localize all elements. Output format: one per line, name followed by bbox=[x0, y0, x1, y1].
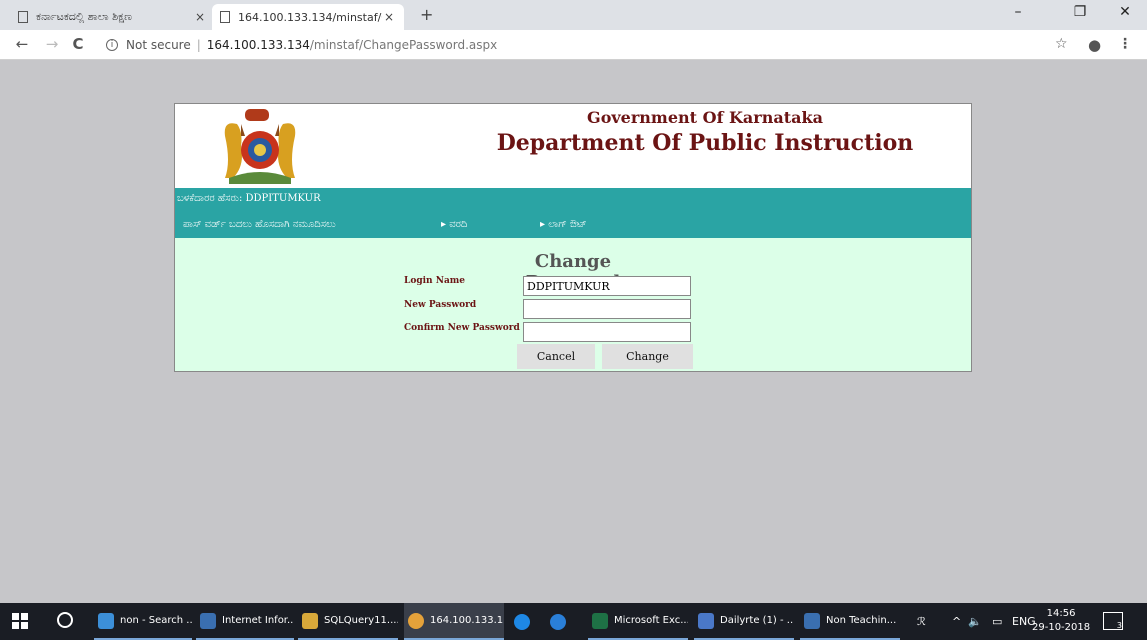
app-icon bbox=[98, 612, 114, 629]
menu-change-password[interactable]: ಪಾಸ್ ವರ್ಡ್ ಬದಲು ಹೊಸದಾಗಿ ನಮೂದಿಸಲು bbox=[183, 219, 336, 230]
taskbar-app-nonteaching[interactable]: Non Teachin... bbox=[800, 603, 900, 640]
taskbar-app-search[interactable]: non - Search ... bbox=[94, 603, 192, 640]
network-icon[interactable]: ▭ bbox=[992, 615, 1002, 628]
info-icon[interactable]: i bbox=[106, 39, 118, 51]
taskbar-app-label: Non Teachin... bbox=[826, 615, 897, 626]
app-icon bbox=[200, 612, 216, 629]
taskbar-app-label: Internet Infor... bbox=[222, 615, 294, 626]
url-path: /minstaf/ChangePassword.aspx bbox=[309, 38, 498, 52]
forward-button[interactable]: → bbox=[42, 35, 62, 53]
portal-frame: Government Of Karnataka Department Of Pu… bbox=[174, 103, 972, 372]
taskbar-app-vs[interactable] bbox=[546, 603, 578, 640]
browser-toolbar: ← → C i Not secure | 164.100.133.134 /mi… bbox=[0, 30, 1147, 60]
tab-school-education[interactable]: ಕರ್ನಾಟಕದಲ್ಲಿ ಶಾಲಾ ಶಿಕ್ಷಣ × bbox=[10, 4, 215, 30]
department-title: Department Of Public Instruction bbox=[496, 130, 914, 156]
app-icon bbox=[302, 612, 318, 629]
taskbar-app-iis[interactable]: Internet Infor... bbox=[196, 603, 294, 640]
tab-close-icon[interactable]: × bbox=[382, 10, 396, 24]
restore-button[interactable]: ❐ bbox=[1065, 4, 1095, 20]
windows-taskbar: non - Search ... Internet Infor... SQLQu… bbox=[0, 603, 1147, 640]
new-tab-button[interactable]: + bbox=[420, 5, 433, 24]
taskbar-app-label: Dailyrte (1) - ... bbox=[720, 615, 794, 626]
menu-bar: ಬಳಕೆದಾರರ ಹೆಸರು: DDPITUMKUR ಪಾಸ್ ವರ್ಡ್ ಬದ… bbox=[175, 188, 971, 238]
taskbar-app-label: 164.100.133.1... bbox=[430, 615, 504, 626]
tab-close-icon[interactable]: × bbox=[193, 10, 207, 24]
address-separator: | bbox=[196, 38, 201, 52]
new-password-input[interactable] bbox=[523, 299, 691, 319]
browser-menu-icon[interactable]: ⋮ bbox=[1118, 36, 1132, 52]
page-viewport: Government Of Karnataka Department Of Pu… bbox=[0, 61, 1147, 603]
app-icon bbox=[804, 612, 820, 629]
confirm-password-label: Confirm New Password bbox=[404, 323, 520, 333]
tab-title: ಕರ್ನಾಟಕದಲ್ಲಿ ಶಾಲಾ ಶಿಕ್ಷಣ bbox=[36, 10, 132, 23]
address-bar[interactable]: i Not secure | 164.100.133.134 /minstaf/… bbox=[106, 35, 497, 55]
tab-change-password[interactable]: 164.100.133.134/minstaf/Change × bbox=[212, 4, 404, 30]
back-button[interactable]: ← bbox=[12, 35, 32, 53]
login-name-input[interactable] bbox=[523, 276, 691, 296]
menu-logout[interactable]: ▸ ಲಾಗ್ ಔಟ್ bbox=[540, 219, 587, 230]
confirm-password-input[interactable] bbox=[523, 322, 691, 342]
excel-icon bbox=[592, 612, 608, 629]
user-name-label: ಬಳಕೆದಾರರ ಹೆಸರು: DDPITUMKUR bbox=[177, 193, 321, 204]
search-icon[interactable] bbox=[57, 612, 73, 628]
close-window-button[interactable]: ✕ bbox=[1110, 4, 1140, 20]
page-icon bbox=[18, 11, 28, 23]
government-title: Government Of Karnataka bbox=[587, 108, 823, 127]
url-host: 164.100.133.134 bbox=[206, 38, 310, 52]
notification-center-icon[interactable]: 3 bbox=[1103, 612, 1123, 630]
taskbar-app-excel[interactable]: Microsoft Exc... bbox=[588, 603, 688, 640]
taskbar-app-dailyrte[interactable]: Dailyrte (1) - ... bbox=[694, 603, 794, 640]
new-password-label: New Password bbox=[404, 300, 477, 310]
clock-time: 14:56 bbox=[1046, 608, 1076, 619]
taskbar-app-label: Microsoft Exc... bbox=[614, 615, 688, 626]
taskbar-app-label: SQLQuery11.... bbox=[324, 615, 398, 626]
taskbar-app-sql[interactable]: SQLQuery11.... bbox=[298, 603, 398, 640]
volume-icon[interactable]: 🔈 bbox=[968, 615, 982, 628]
taskbar-app-ie[interactable] bbox=[510, 603, 540, 640]
people-icon[interactable]: ℛ bbox=[917, 615, 926, 628]
profile-icon[interactable]: ● bbox=[1088, 36, 1101, 54]
tray-chevron-icon[interactable]: ^ bbox=[952, 615, 961, 628]
menu-report[interactable]: ▸ ವರದಿ bbox=[441, 219, 467, 230]
taskbar-app-chrome[interactable]: 164.100.133.1... bbox=[404, 603, 504, 640]
page-icon bbox=[220, 11, 230, 23]
change-password-form: Change Password Login Name New Password … bbox=[175, 238, 971, 371]
minimize-button[interactable]: – bbox=[1003, 4, 1033, 20]
login-name-label: Login Name bbox=[404, 276, 466, 286]
karnataka-emblem-icon bbox=[224, 109, 296, 184]
internet-explorer-icon bbox=[514, 613, 530, 630]
header-banner: Government Of Karnataka Department Of Pu… bbox=[175, 104, 971, 188]
reload-button[interactable]: C bbox=[68, 35, 88, 53]
security-label: Not secure bbox=[126, 38, 191, 52]
taskbar-app-label: non - Search ... bbox=[120, 615, 192, 626]
tab-strip: ಕರ್ನಾಟಕದಲ್ಲಿ ಶಾಲಾ ಶಿಕ್ಷಣ × 164.100.133.1… bbox=[0, 0, 1147, 30]
cancel-button[interactable]: Cancel bbox=[517, 344, 595, 369]
notification-count: 3 bbox=[1116, 621, 1122, 630]
visual-studio-icon bbox=[550, 613, 566, 630]
change-button[interactable]: Change bbox=[602, 344, 693, 369]
taskbar-clock[interactable]: 14:56 29-10-2018 bbox=[1032, 607, 1090, 635]
clock-date: 29-10-2018 bbox=[1032, 622, 1091, 633]
chrome-icon bbox=[408, 612, 424, 629]
windows-start-icon[interactable] bbox=[12, 613, 28, 629]
app-icon bbox=[698, 612, 714, 629]
bookmark-star-icon[interactable]: ☆ bbox=[1055, 36, 1068, 52]
tab-title: 164.100.133.134/minstaf/Change bbox=[238, 10, 382, 24]
